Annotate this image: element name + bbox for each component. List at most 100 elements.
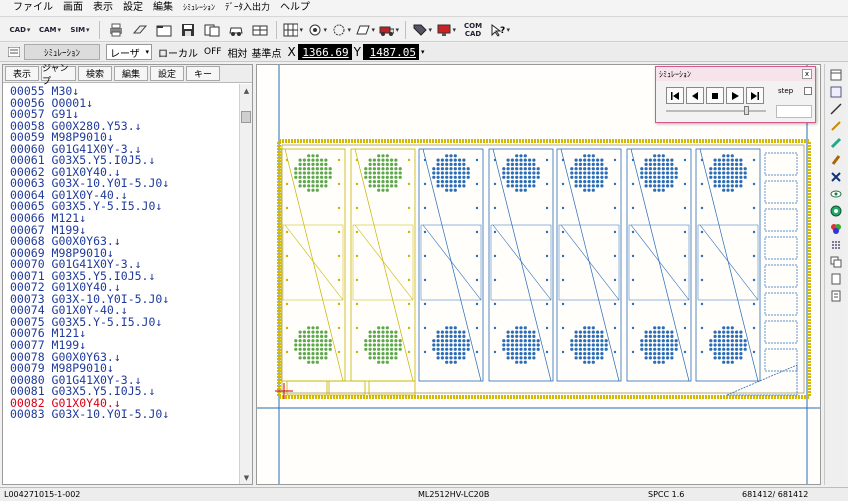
eraser-button[interactable] <box>129 20 151 40</box>
target-button[interactable] <box>828 204 844 218</box>
drawing-canvas[interactable] <box>256 64 821 485</box>
help-button[interactable]: ? ▾ <box>489 20 511 40</box>
hole-dot <box>739 352 743 356</box>
edge-hole <box>545 230 549 234</box>
scroll-up-icon[interactable]: ▲ <box>240 84 253 97</box>
hole-dot <box>587 339 591 343</box>
speed-slider-thumb[interactable] <box>744 106 749 115</box>
simulation-window-titlebar[interactable]: ｼﾐｭﾚｰｼｮﾝ x <box>656 67 815 81</box>
scroll-thumb[interactable] <box>241 111 251 123</box>
code-line[interactable]: 00083 G03X-10.Y0I-5.J0↓ <box>10 409 239 421</box>
hole-dot <box>445 171 449 175</box>
hole-dot <box>510 171 514 175</box>
marker-icon <box>831 155 840 165</box>
line-button[interactable] <box>828 102 844 116</box>
menu-data-io[interactable]: ﾃﾞｰﾀ入出力 <box>220 0 275 16</box>
circle-button[interactable]: ▾ <box>330 20 352 40</box>
hole-dot <box>519 334 523 338</box>
hole-dot <box>739 330 743 334</box>
hole-dot <box>394 184 398 188</box>
hole-dot <box>717 339 721 343</box>
tab-search[interactable]: 検索 <box>78 66 112 81</box>
hole-dot <box>377 162 381 166</box>
skip-to-start-button[interactable] <box>666 87 684 104</box>
hole-dot <box>381 326 385 330</box>
scroll-down-icon[interactable]: ▼ <box>240 471 253 484</box>
layout-button[interactable] <box>828 68 844 82</box>
shape-button[interactable]: ▾ <box>354 20 376 40</box>
brush-button[interactable] <box>828 136 844 150</box>
chevron-down-icon: ▾ <box>347 25 351 34</box>
menu-settings[interactable]: 設定 <box>118 0 148 16</box>
tab-jump[interactable]: ジャンプ <box>41 64 76 87</box>
hole-dot <box>381 330 385 334</box>
skip-to-end-button[interactable] <box>746 87 764 104</box>
save-button[interactable] <box>177 20 199 40</box>
close-icon[interactable]: x <box>802 69 812 79</box>
page-button[interactable] <box>828 272 844 286</box>
print-button[interactable] <box>105 20 127 40</box>
tool-button[interactable]: ▾ <box>306 20 328 40</box>
monitor-button[interactable]: ▾ <box>435 20 457 40</box>
chevron-down-icon[interactable]: ▾ <box>421 48 425 56</box>
pattern-button[interactable]: ▾ <box>282 20 304 40</box>
car-button[interactable] <box>225 20 247 40</box>
hole-dot <box>294 171 298 175</box>
hole-dot <box>536 167 540 171</box>
menu-help[interactable]: ヘルプ <box>275 0 315 16</box>
copy-button[interactable] <box>201 20 223 40</box>
simulation-tab[interactable]: ｼﾐｭﾚｰｼｮﾝ <box>24 44 100 60</box>
copy-layer-button[interactable] <box>828 255 844 269</box>
tag-button[interactable]: ▾ <box>411 20 433 40</box>
cam-button[interactable]: CAM ▾ <box>36 20 64 40</box>
document-button[interactable] <box>828 289 844 303</box>
hole-dot <box>390 330 394 334</box>
open-button[interactable] <box>153 20 175 40</box>
menu-file[interactable]: ファイル <box>8 0 58 16</box>
eye-button[interactable] <box>828 187 844 201</box>
vehicle-button[interactable]: ▾ <box>378 20 400 40</box>
stop-button[interactable] <box>706 87 724 104</box>
menu-view[interactable]: 表示 <box>88 0 118 16</box>
step-label: step <box>778 87 794 95</box>
step-checkbox[interactable] <box>804 87 812 95</box>
marker-button[interactable] <box>828 153 844 167</box>
frame-button[interactable] <box>828 85 844 99</box>
hole-dot <box>528 162 532 166</box>
hole-dot <box>587 154 591 158</box>
menu-screen[interactable]: 画面 <box>58 0 88 16</box>
hole-dot <box>648 339 652 343</box>
grid-button[interactable] <box>828 238 844 252</box>
draw-button[interactable] <box>828 119 844 133</box>
hole-dot <box>600 180 604 184</box>
tab-settings[interactable]: 設定 <box>150 66 184 81</box>
hole-dot <box>587 352 591 356</box>
tab-display[interactable]: 表示 <box>5 66 39 81</box>
edge-hole <box>355 302 359 306</box>
sim-button[interactable]: SIM ▾ <box>66 20 94 40</box>
speed-field[interactable] <box>776 105 812 118</box>
comcad-button[interactable]: COM CAD <box>459 20 487 40</box>
hole-dot <box>506 343 510 347</box>
hole-dot <box>644 158 648 162</box>
hole-dot <box>440 334 444 338</box>
tab-edit[interactable]: 編集 <box>114 66 148 81</box>
menu-simulation[interactable]: ｼﾐｭﾚｰｼｮﾝ <box>178 0 220 16</box>
hole-dot <box>449 154 453 158</box>
code-scrollbar[interactable]: ▲ ▼ <box>239 84 252 484</box>
tab-keys[interactable]: キー <box>186 66 220 81</box>
play-button[interactable] <box>726 87 744 104</box>
color-button[interactable] <box>828 221 844 235</box>
cross-button[interactable] <box>828 170 844 184</box>
hole-dot <box>739 343 743 347</box>
process-mode-select[interactable]: レーザ ▾ <box>106 44 152 60</box>
nc-code-list[interactable]: 00055 M30↓ 00056 O0001↓ 00057 G91↓ 00058 G0… <box>3 84 239 484</box>
cad-button[interactable]: CAD ▾ <box>6 20 34 40</box>
edge-hole <box>545 254 549 258</box>
hole-dot <box>578 167 582 171</box>
menu-edit[interactable]: 編集 <box>148 0 178 16</box>
hole-dot <box>653 154 657 158</box>
step-back-button[interactable] <box>686 87 704 104</box>
table-button[interactable] <box>249 20 271 40</box>
speed-slider-track[interactable] <box>666 110 766 112</box>
